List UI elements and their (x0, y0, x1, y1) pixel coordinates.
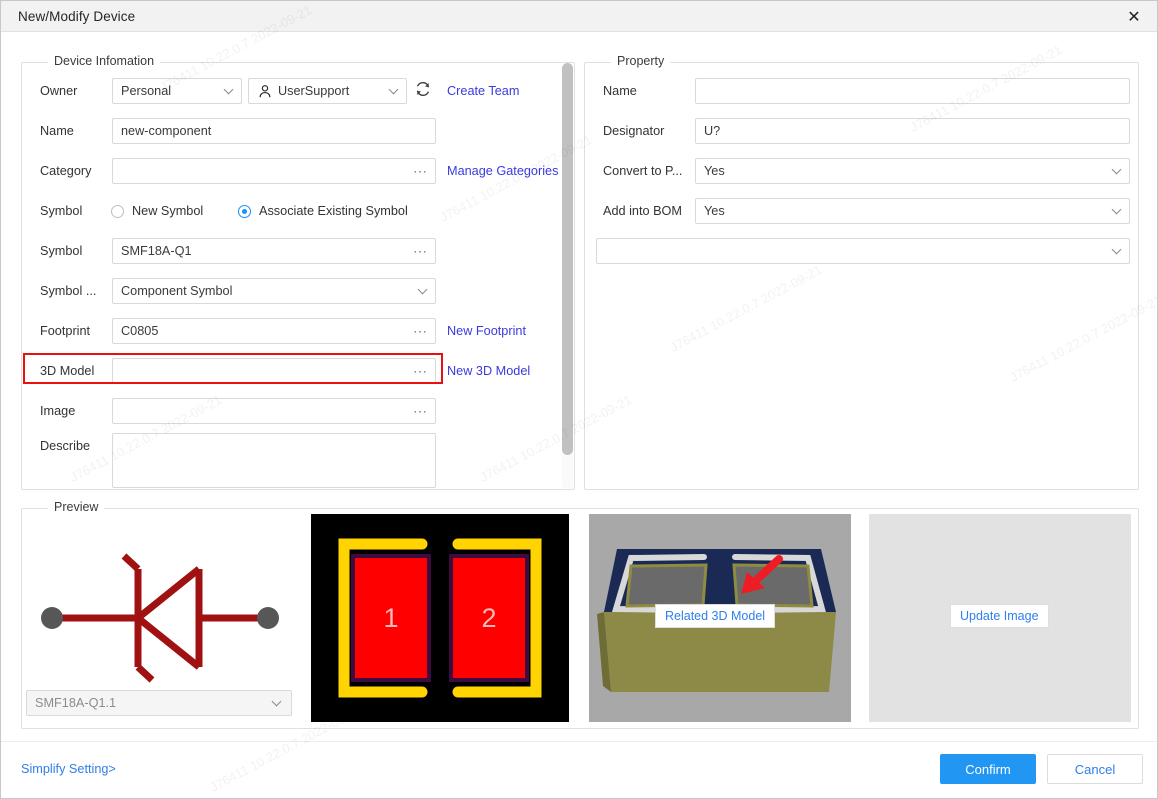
ellipsis-icon[interactable]: ⋯ (413, 239, 428, 263)
refresh-icon[interactable] (414, 80, 432, 98)
title-bar: New/Modify Device ✕ (1, 1, 1157, 32)
close-icon[interactable]: ✕ (1111, 1, 1157, 32)
property-name-input[interactable] (695, 78, 1130, 104)
device-panel-scrollbar-track[interactable] (562, 63, 573, 489)
image-input[interactable]: ⋯ (112, 398, 436, 424)
property-add-into-bom-select[interactable]: Yes (695, 198, 1130, 224)
property-name-label: Name (603, 84, 637, 98)
footprint-input[interactable]: C0805 ⋯ (112, 318, 436, 344)
property-panel: Property Name Designator U? Convert to P… (584, 54, 1139, 490)
simplify-setting-link[interactable]: Simplify Setting> (21, 762, 116, 776)
radio-associate-existing-symbol-label: Associate Existing Symbol (259, 204, 408, 218)
confirm-button[interactable]: Confirm (940, 754, 1036, 784)
radio-new-symbol-label: New Symbol (132, 204, 204, 218)
pin-terminal (257, 607, 279, 629)
pad-number: 2 (481, 603, 496, 633)
symbol-preview-select-value: SMF18A-Q1.1 (35, 696, 117, 710)
property-convert-to-pcb-value: Yes (704, 164, 725, 178)
footprint-input-value: C0805 (121, 324, 159, 338)
update-image-button[interactable]: Update Image (950, 604, 1049, 628)
radio-associate-existing-symbol[interactable]: Associate Existing Symbol (238, 198, 408, 224)
name-label: Name (40, 124, 74, 138)
pad-number: 1 (383, 603, 398, 633)
dialog-footer: Simplify Setting> Confirm Cancel (1, 741, 1157, 798)
chevron-down-icon (1113, 246, 1121, 254)
chevron-down-icon (419, 286, 427, 294)
property-add-into-bom-label: Add into BOM (603, 204, 682, 218)
name-input[interactable]: new-component (112, 118, 436, 144)
property-convert-to-pcb-label: Convert to P... (603, 164, 683, 178)
chevron-down-icon (273, 698, 281, 706)
person-icon (259, 85, 271, 98)
model-3d-preview[interactable]: Related 3D Model (589, 514, 851, 722)
symbol-preview-select[interactable]: SMF18A-Q1.1 (26, 690, 292, 716)
owner-label: Owner (40, 84, 78, 98)
property-designator-input[interactable]: U? (695, 118, 1130, 144)
model-3d-input[interactable]: ⋯ (112, 358, 436, 384)
symbol-label: Symbol (40, 244, 83, 258)
category-label: Category (40, 164, 92, 178)
window-title: New/Modify Device (18, 9, 136, 24)
chevron-down-icon (1113, 206, 1121, 214)
property-convert-to-pcb-select[interactable]: Yes (695, 158, 1130, 184)
chevron-down-icon (1113, 166, 1121, 174)
property-add-into-bom-value: Yes (704, 204, 725, 218)
footprint-pads-icon: 1 2 (311, 514, 569, 722)
symbol-type-label: Symbol ... (40, 284, 97, 298)
owner-scope-select[interactable]: Personal (112, 78, 242, 104)
property-extra-select[interactable] (596, 238, 1130, 264)
preview-legend: Preview (48, 500, 105, 514)
owner-scope-value: Personal (121, 84, 172, 98)
ellipsis-icon[interactable]: ⋯ (413, 319, 428, 343)
device-information-panel: Device Infomation Owner Personal UserSup… (21, 54, 575, 490)
symbol-mode-label: Symbol (40, 204, 83, 218)
radio-circle-selected-icon (238, 204, 251, 218)
owner-team-select[interactable]: UserSupport (248, 78, 407, 104)
footprint-label: Footprint (40, 324, 91, 338)
name-input-value: new-component (121, 124, 212, 138)
chevron-down-icon (225, 86, 233, 94)
radio-circle-icon (111, 204, 124, 218)
create-team-link[interactable]: Create Team (447, 78, 519, 104)
footprint-preview[interactable]: 1 2 (311, 514, 569, 722)
symbol-input[interactable]: SMF18A-Q1 ⋯ (112, 238, 436, 264)
pin-terminal (41, 607, 63, 629)
chevron-down-icon (390, 86, 398, 94)
new-modify-device-dialog: J76411 10.22.0.7 2022-09-21 J76411 10.22… (0, 0, 1158, 799)
ellipsis-icon[interactable]: ⋯ (413, 359, 428, 383)
manage-categories-link[interactable]: Manage Gategories (447, 158, 558, 184)
describe-label: Describe (40, 439, 91, 453)
ellipsis-icon[interactable]: ⋯ (413, 399, 428, 423)
new-footprint-link[interactable]: New Footprint (447, 318, 526, 344)
device-panel-scrollbar-thumb[interactable] (562, 63, 573, 455)
symbol-input-value: SMF18A-Q1 (121, 244, 192, 258)
property-designator-value: U? (704, 124, 721, 138)
property-legend: Property (611, 54, 671, 68)
device-information-legend: Device Infomation (48, 54, 161, 68)
ellipsis-icon[interactable]: ⋯ (413, 159, 428, 183)
cancel-button[interactable]: Cancel (1047, 754, 1143, 784)
image-preview[interactable]: Update Image (869, 514, 1131, 722)
property-designator-label: Designator (603, 124, 665, 138)
symbol-type-select[interactable]: Component Symbol (112, 278, 436, 304)
model-3d-label: 3D Model (40, 364, 95, 378)
symbol-type-value: Component Symbol (121, 284, 233, 298)
radio-new-symbol[interactable]: New Symbol (111, 198, 203, 224)
image-label: Image (40, 404, 76, 418)
category-input[interactable]: ⋯ (112, 158, 436, 184)
describe-textarea[interactable] (112, 433, 436, 488)
new-3d-model-link[interactable]: New 3D Model (447, 358, 530, 384)
owner-team-value: UserSupport (278, 84, 350, 98)
related-3d-model-button[interactable]: Related 3D Model (655, 604, 776, 628)
